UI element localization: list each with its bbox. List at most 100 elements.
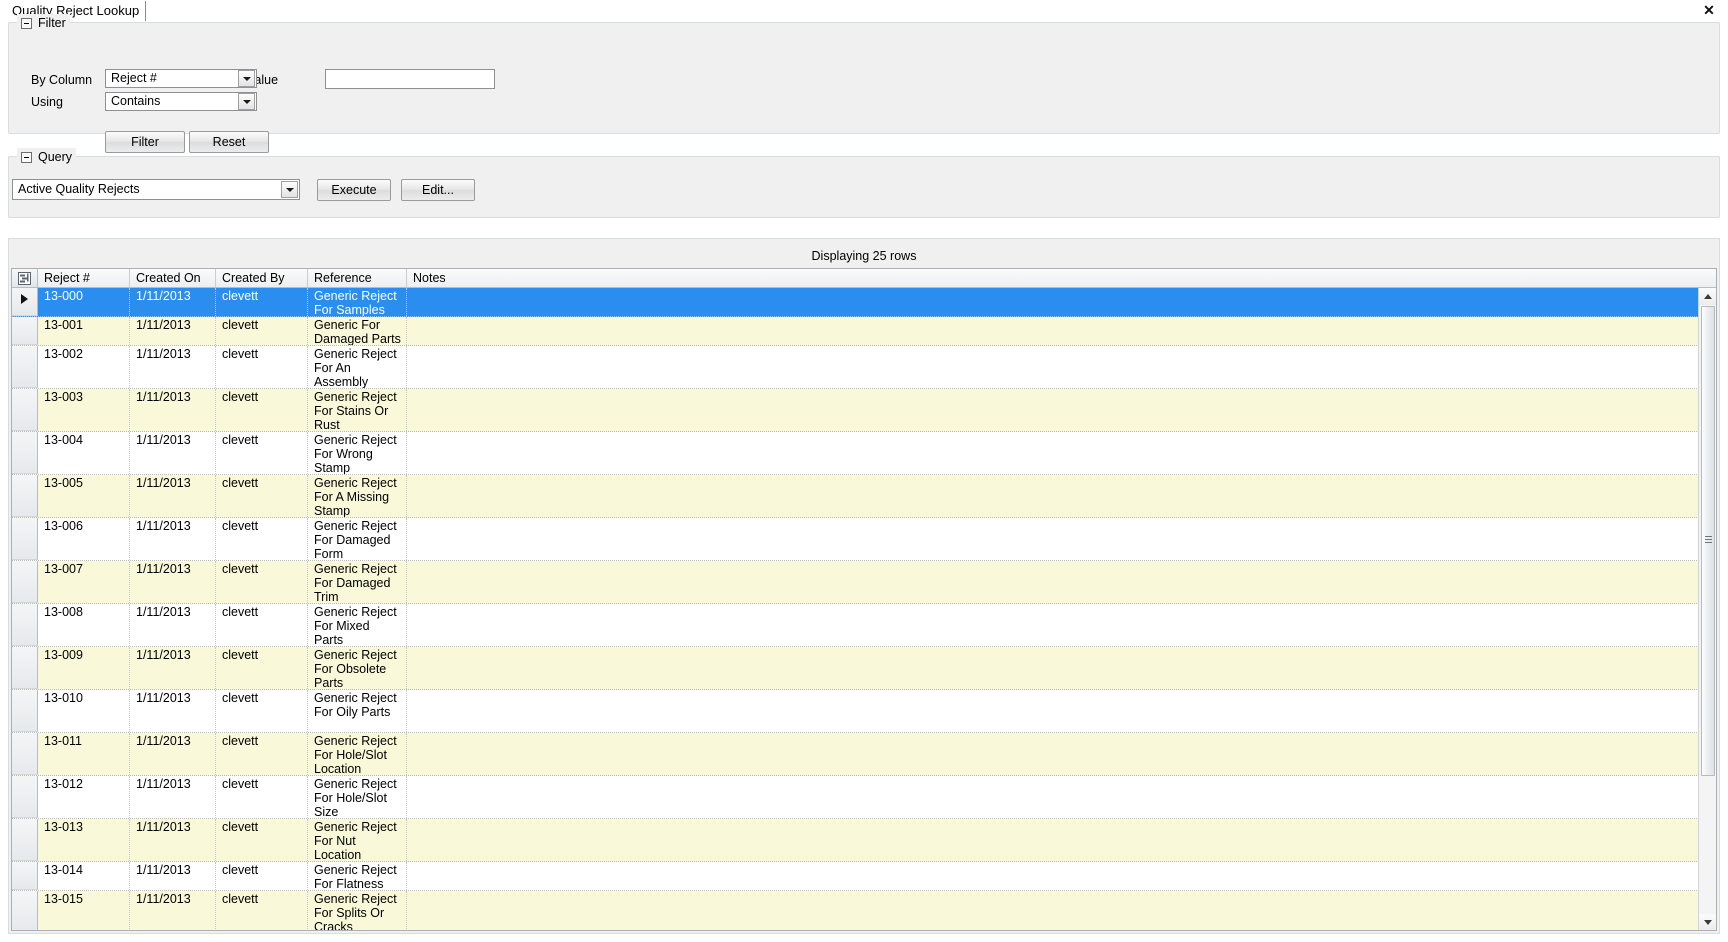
cell-created-on[interactable]: 1/11/2013 (130, 317, 216, 345)
table-row[interactable]: 13-015 1/11/2013 clevett Generic Reject For… (12, 891, 1699, 930)
cell-created-on[interactable]: 1/11/2013 (130, 647, 216, 689)
cell-reject[interactable]: 13-002 (38, 346, 130, 388)
cell-created-on[interactable]: 1/11/2013 (130, 561, 216, 603)
collapse-query-icon[interactable] (21, 151, 32, 163)
row-header-cell[interactable] (12, 475, 38, 517)
cell-reject[interactable]: 13-000 (38, 288, 130, 316)
cell-reject[interactable]: 13-011 (38, 733, 130, 775)
table-row[interactable]: 13-007 1/11/2013 clevett Generic Reject For… (12, 561, 1699, 604)
cell-created-on[interactable]: 1/11/2013 (130, 475, 216, 517)
cell-reject[interactable]: 13-007 (38, 561, 130, 603)
cell-notes[interactable] (407, 891, 417, 930)
collapse-filter-icon[interactable] (21, 17, 32, 29)
row-header-cell[interactable] (12, 819, 38, 861)
table-row[interactable]: 13-013 1/11/2013 clevett Generic Reject For… (12, 819, 1699, 862)
table-row[interactable]: 13-011 1/11/2013 clevett Generic Reject For… (12, 733, 1699, 776)
cell-notes[interactable] (407, 288, 417, 316)
row-header-cell[interactable] (12, 776, 38, 818)
cell-reject[interactable]: 13-008 (38, 604, 130, 646)
cell-reference[interactable]: Generic For Damaged Parts (308, 317, 407, 345)
cell-reference[interactable]: Generic Reject For Obsolete Parts (308, 647, 407, 689)
cell-created-on[interactable]: 1/11/2013 (130, 690, 216, 732)
edit-button[interactable]: Edit... (401, 179, 475, 201)
cell-created-by[interactable]: clevett (216, 432, 308, 474)
cell-reject[interactable]: 13-003 (38, 389, 130, 431)
row-header-cell[interactable] (12, 647, 38, 689)
cell-created-by[interactable]: clevett (216, 862, 308, 890)
cell-reference[interactable]: Generic Reject For Stains Or Rust (308, 389, 407, 431)
row-header-cell[interactable] (12, 288, 38, 316)
row-header-cell[interactable] (12, 518, 38, 560)
cell-reference[interactable]: Generic Reject For Oily Parts (308, 690, 407, 732)
value-input[interactable] (325, 69, 495, 89)
cell-notes[interactable] (407, 432, 417, 474)
cell-created-by[interactable]: clevett (216, 604, 308, 646)
table-row[interactable]: 13-009 1/11/2013 clevett Generic Reject For… (12, 647, 1699, 690)
cell-notes[interactable] (407, 733, 417, 775)
cell-created-on[interactable]: 1/11/2013 (130, 733, 216, 775)
cell-reference[interactable]: Generic Reject For Damaged Trim (308, 561, 407, 603)
row-header-cell[interactable] (12, 862, 38, 890)
close-icon[interactable]: ✕ (1700, 1, 1718, 19)
cell-reject[interactable]: 13-015 (38, 891, 130, 930)
cell-reference[interactable]: Generic Reject For A Missing Stamp (308, 475, 407, 517)
chevron-down-icon[interactable] (238, 93, 255, 110)
cell-notes[interactable] (407, 317, 417, 345)
cell-created-on[interactable]: 1/11/2013 (130, 819, 216, 861)
cell-created-by[interactable]: clevett (216, 518, 308, 560)
cell-reject[interactable]: 13-010 (38, 690, 130, 732)
cell-created-by[interactable]: clevett (216, 561, 308, 603)
cell-reject[interactable]: 13-001 (38, 317, 130, 345)
results-grid[interactable]: Reject # Created On Created By Reference… (11, 268, 1717, 931)
cell-reject[interactable]: 13-005 (38, 475, 130, 517)
select-all-icon[interactable] (12, 269, 38, 287)
scroll-down-icon[interactable] (1699, 914, 1716, 930)
row-header-cell[interactable] (12, 604, 38, 646)
table-row[interactable]: 13-001 1/11/2013 clevett Generic For Damage… (12, 317, 1699, 346)
scroll-up-icon[interactable] (1699, 288, 1716, 305)
filter-button[interactable]: Filter (105, 131, 185, 153)
table-row[interactable]: 13-010 1/11/2013 clevett Generic Reject For… (12, 690, 1699, 733)
vertical-scrollbar[interactable] (1698, 288, 1716, 930)
row-header-cell[interactable] (12, 690, 38, 732)
table-row[interactable]: 13-004 1/11/2013 clevett Generic Reject For… (12, 432, 1699, 475)
cell-reference[interactable]: Generic Reject For An Assembly Problem (308, 346, 407, 388)
cell-notes[interactable] (407, 561, 417, 603)
table-row[interactable]: 13-003 1/11/2013 clevett Generic Reject For… (12, 389, 1699, 432)
using-select[interactable]: Contains (105, 92, 257, 111)
row-header-cell[interactable] (12, 317, 38, 345)
table-row[interactable]: 13-012 1/11/2013 clevett Generic Reject For… (12, 776, 1699, 819)
cell-created-on[interactable]: 1/11/2013 (130, 288, 216, 316)
cell-created-on[interactable]: 1/11/2013 (130, 862, 216, 890)
cell-created-on[interactable]: 1/11/2013 (130, 891, 216, 930)
cell-notes[interactable] (407, 475, 417, 517)
cell-created-on[interactable]: 1/11/2013 (130, 432, 216, 474)
table-row[interactable]: 13-000 1/11/2013 clevett Generic Reject For… (12, 288, 1699, 317)
cell-reference[interactable]: Generic Reject For Samples (308, 288, 407, 316)
cell-created-by[interactable]: clevett (216, 733, 308, 775)
cell-notes[interactable] (407, 389, 417, 431)
table-row[interactable]: 13-006 1/11/2013 clevett Generic Reject For… (12, 518, 1699, 561)
cell-reference[interactable]: Generic Reject For Hole/Slot Size (308, 776, 407, 818)
cell-reference[interactable]: Generic Reject For Wrong Stamp (308, 432, 407, 474)
row-header-cell[interactable] (12, 561, 38, 603)
cell-notes[interactable] (407, 604, 417, 646)
cell-created-on[interactable]: 1/11/2013 (130, 389, 216, 431)
cell-reference[interactable]: Generic Reject For Hole/Slot Location (308, 733, 407, 775)
cell-created-by[interactable]: clevett (216, 346, 308, 388)
cell-created-by[interactable]: clevett (216, 317, 308, 345)
cell-created-by[interactable]: clevett (216, 288, 308, 316)
row-header-cell[interactable] (12, 891, 38, 930)
cell-reference[interactable]: Generic Reject For Damaged Form (308, 518, 407, 560)
table-row[interactable]: 13-005 1/11/2013 clevett Generic Reject For… (12, 475, 1699, 518)
cell-created-by[interactable]: clevett (216, 475, 308, 517)
cell-created-by[interactable]: clevett (216, 819, 308, 861)
cell-created-by[interactable]: clevett (216, 891, 308, 930)
cell-reject[interactable]: 13-014 (38, 862, 130, 890)
row-header-cell[interactable] (12, 432, 38, 474)
cell-notes[interactable] (407, 819, 417, 861)
reset-button[interactable]: Reset (189, 131, 269, 153)
cell-reject[interactable]: 13-004 (38, 432, 130, 474)
cell-reference[interactable]: Generic Reject For Nut Location (308, 819, 407, 861)
cell-created-on[interactable]: 1/11/2013 (130, 346, 216, 388)
